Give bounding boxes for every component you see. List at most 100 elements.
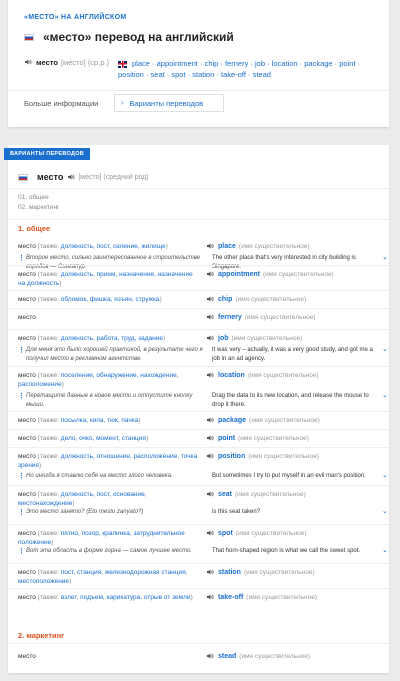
toc-item-marketing[interactable]: 02. маркетинг: [18, 203, 59, 213]
source-word: место: [18, 569, 36, 576]
target-word[interactable]: position: [218, 453, 245, 460]
translation-link[interactable]: point: [339, 59, 355, 68]
chevron-down-icon[interactable]: ⌄: [382, 472, 388, 481]
example-russian: Вот эта область в форме горна — самое лу…: [26, 548, 193, 554]
chevron-down-icon[interactable]: ⌄: [382, 346, 388, 355]
translation-link[interactable]: seat: [151, 70, 165, 79]
translation-link[interactable]: chip: [205, 59, 219, 68]
speaker-icon[interactable]: [206, 568, 214, 576]
speaker-icon[interactable]: [206, 416, 214, 424]
target-word[interactable]: spot: [218, 530, 233, 537]
speaker-icon[interactable]: [206, 270, 214, 278]
entry-header: место [мéсто] (средний род): [18, 172, 149, 182]
target-word[interactable]: take-off: [218, 594, 243, 601]
divider: [8, 429, 389, 430]
translation-variants-button[interactable]: › Варианты переводов: [114, 94, 224, 112]
target-word[interactable]: point: [218, 435, 235, 442]
target-word[interactable]: fernery: [218, 314, 242, 321]
translation-link[interactable]: take-off: [221, 70, 246, 79]
example-russian: Это место занято? (Eto mesto zanyato?): [26, 509, 144, 515]
target-word[interactable]: place: [218, 243, 236, 250]
speaker-icon[interactable]: [206, 334, 214, 342]
also-prefix: (также:: [35, 530, 61, 537]
chevron-down-icon[interactable]: ⌄: [382, 254, 388, 263]
also-suffix: ): [190, 594, 193, 601]
part-of-speech: (имя существительное): [238, 434, 309, 442]
example-english: That horn-shaped region is what we call …: [212, 548, 361, 554]
speaker-icon[interactable]: [206, 371, 214, 379]
also-suffix: ): [51, 539, 54, 546]
synonyms[interactable]: должность, работа, труд, задание: [61, 335, 163, 342]
example-russian: Перетащите данные в новое место и отпуст…: [26, 393, 193, 408]
entry-word: место: [37, 172, 64, 182]
part-of-speech: (имя существительное): [246, 593, 318, 601]
target-word[interactable]: seat: [218, 491, 232, 498]
synonyms[interactable]: посылка, кипа, тюк, пачка: [61, 417, 139, 424]
toc-item-general[interactable]: 01. общее: [18, 193, 59, 203]
translation-link[interactable]: job: [255, 59, 265, 68]
also-suffix: ): [159, 296, 162, 303]
target-cell: chip (имя существительное): [206, 295, 381, 303]
translation-link[interactable]: location: [272, 59, 298, 68]
speaker-icon[interactable]: [24, 58, 32, 66]
divider: [8, 643, 389, 644]
separator: ·: [218, 59, 225, 68]
translation-link[interactable]: appointment: [157, 59, 198, 68]
target-word[interactable]: package: [218, 417, 246, 424]
translation-link[interactable]: package: [304, 59, 332, 68]
speaker-icon[interactable]: [206, 295, 214, 303]
target-word[interactable]: chip: [218, 296, 232, 303]
source-word: место: [18, 435, 36, 442]
translation-link[interactable]: fernery: [225, 59, 248, 68]
source-cell: место (также: должность, работа, труд, з…: [18, 334, 198, 343]
more-vertical-icon[interactable]: ⋮: [18, 473, 25, 482]
divider: [8, 563, 389, 564]
target-word[interactable]: appointment: [218, 271, 260, 278]
example-english: Drag the data to its new location, and r…: [212, 393, 369, 408]
synonyms[interactable]: должность, пост, селение, жилище: [61, 243, 166, 250]
target-word[interactable]: stead: [218, 653, 236, 660]
also-prefix: (также:: [35, 435, 61, 442]
speaker-icon[interactable]: [206, 452, 214, 460]
synonyms[interactable]: дело, очко, момент, станция: [61, 435, 146, 442]
speaker-icon[interactable]: [206, 490, 214, 498]
also-suffix: ): [145, 435, 149, 442]
target-word[interactable]: station: [218, 569, 241, 576]
translation-link[interactable]: place: [132, 59, 150, 68]
entry-meta: [мéсто] (средний род): [78, 173, 149, 181]
translation-link[interactable]: stead: [253, 70, 271, 79]
speaker-icon[interactable]: [206, 652, 214, 660]
target-word[interactable]: job: [218, 335, 229, 342]
divider: [8, 329, 389, 330]
target-cell: package (имя существительное): [206, 416, 381, 424]
source-cell: место (также: обломок, фишка, изъян, стр…: [18, 295, 198, 304]
example-english: But sometimes I try to put myself in an …: [212, 473, 366, 479]
target-word[interactable]: location: [218, 372, 245, 379]
synonyms[interactable]: взлет, подъем, карикатура, отрыв от земл…: [61, 594, 191, 601]
chevron-down-icon[interactable]: ⌄: [382, 392, 388, 401]
chevron-down-icon[interactable]: ⌄: [382, 508, 388, 517]
also-prefix: (также:: [35, 569, 61, 576]
translation-link[interactable]: position: [118, 70, 144, 79]
more-vertical-icon[interactable]: ⋮: [18, 509, 25, 518]
speaker-icon[interactable]: [206, 529, 214, 537]
speaker-icon[interactable]: [206, 242, 214, 250]
synonyms[interactable]: обломок, фишка, изъян, стружка: [61, 296, 160, 303]
breadcrumb[interactable]: «МЕСТО» НА АНГЛИЙСКОМ: [24, 14, 127, 21]
translation-link[interactable]: spot: [171, 70, 185, 79]
more-vertical-icon[interactable]: ⋮: [18, 255, 25, 264]
speaker-icon[interactable]: [67, 173, 75, 181]
more-vertical-icon[interactable]: ⋮: [18, 347, 25, 356]
more-vertical-icon[interactable]: ⋮: [18, 548, 25, 557]
speaker-icon[interactable]: [206, 313, 214, 321]
speaker-icon[interactable]: [206, 593, 214, 601]
translation-variants-card: ВАРИАНТЫ ПЕРЕВОДОВ место [мéсто] (средни…: [4, 145, 389, 673]
part-of-speech: (имя существительное): [249, 416, 320, 424]
source-cell: место (также: пост, станция, железнодоро…: [18, 568, 198, 586]
translation-link[interactable]: station: [192, 70, 214, 79]
more-vertical-icon[interactable]: ⋮: [18, 393, 25, 402]
chevron-down-icon[interactable]: ⌄: [382, 547, 388, 556]
source-cell: место (также: поселение, обнаружение, на…: [18, 371, 198, 389]
speaker-icon[interactable]: [206, 434, 214, 442]
source-cell: место (также: должность, пост, селение, …: [18, 242, 198, 251]
